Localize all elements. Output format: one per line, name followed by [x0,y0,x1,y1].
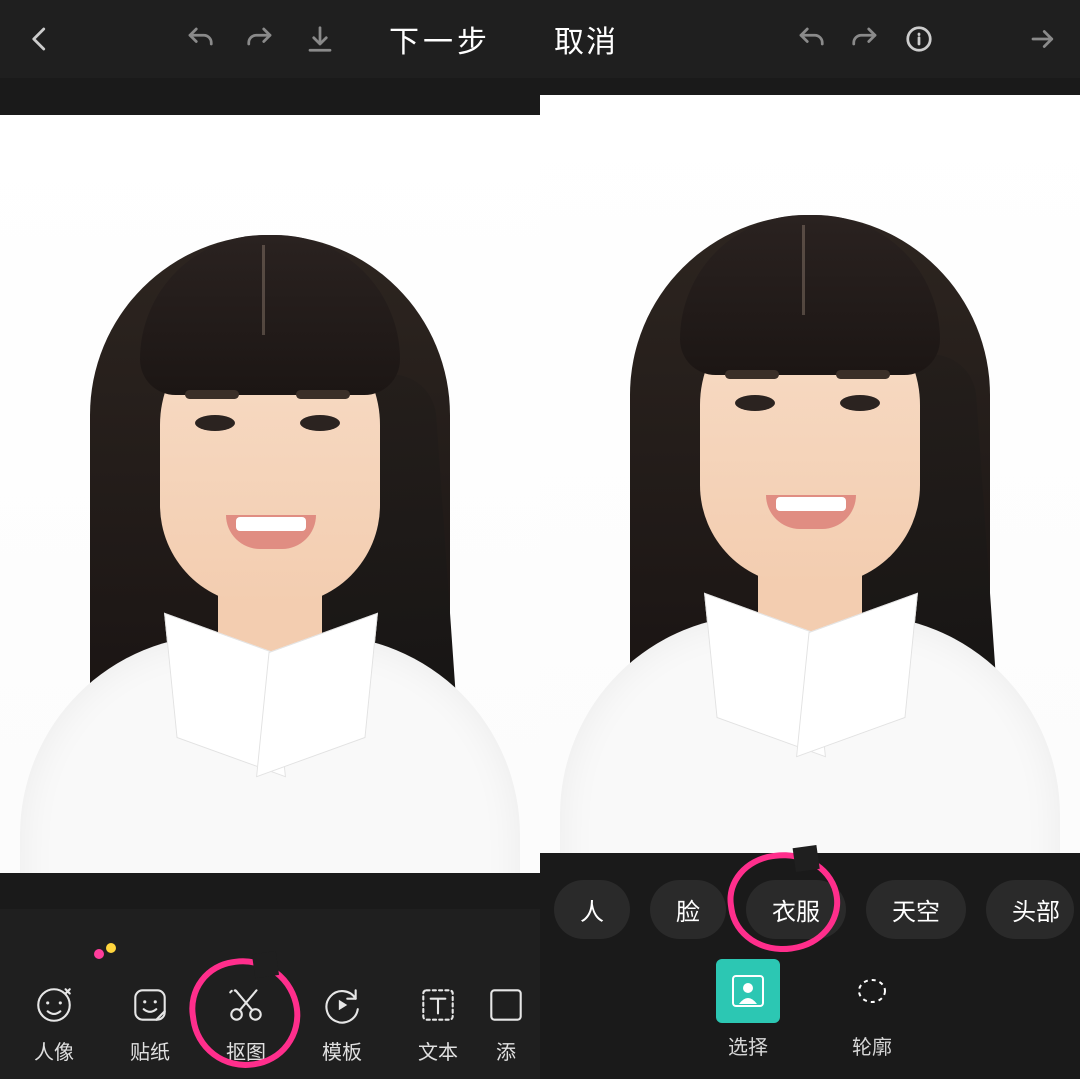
chip-head[interactable]: 头部 [986,880,1074,939]
face-icon [31,982,77,1028]
redo-icon[interactable] [838,9,892,69]
lasso-icon [840,959,904,1023]
tool-template[interactable]: 模板 [294,982,390,1065]
mode-label: 选择 [728,1031,768,1060]
undo-icon[interactable] [170,9,230,69]
download-icon[interactable] [290,9,350,69]
mode-select[interactable]: 选择 [716,959,780,1060]
yellow-badge-dot [106,943,116,953]
tool-sticker[interactable]: 贴纸 [102,982,198,1065]
chip-clothes[interactable]: 衣服 [746,880,846,939]
select-person-icon [716,959,780,1023]
tool-cutout[interactable]: 抠图 [198,982,294,1065]
tool-label: 贴纸 [130,1036,170,1065]
mode-bar: 选择 轮廓 [540,949,1080,1079]
tool-label: 抠图 [226,1036,266,1065]
chip-face[interactable]: 脸 [650,880,726,939]
scissors-icon [223,982,269,1028]
sticker-icon [127,982,173,1028]
mode-outline[interactable]: 轮廓 [840,959,904,1060]
chip-person[interactable]: 人 [554,880,630,939]
pink-badge-dot [94,949,104,959]
tools-bar: 人像 贴纸 抠图 模板 [0,909,540,1079]
forward-arrow-icon[interactable] [1016,9,1070,69]
tool-label: 添 [496,1036,516,1065]
photo-left [0,115,540,873]
tool-portrait[interactable]: 人像 [6,982,102,1065]
mode-label: 轮廓 [852,1031,892,1060]
canvas-left[interactable] [0,78,540,909]
add-icon [483,982,529,1028]
left-screen: 下一步 [0,0,540,1079]
chip-sky[interactable]: 天空 [866,880,966,939]
photo-right [540,95,1080,853]
tool-label: 文本 [418,1036,458,1065]
redo-icon[interactable] [230,9,290,69]
right-screen: 取消 [540,0,1080,1079]
tool-label: 人像 [34,1036,74,1065]
text-box-icon [415,982,461,1028]
topbar-left: 下一步 [0,0,540,78]
topbar-right: 取消 [540,0,1080,78]
canvas-right[interactable] [540,78,1080,869]
info-icon[interactable] [892,9,946,69]
cutout-chip-bar: 人 脸 衣服 天空 头部 [540,869,1080,949]
next-step-button[interactable]: 下一步 [350,17,530,61]
cancel-button[interactable]: 取消 [550,17,618,61]
undo-icon[interactable] [784,9,838,69]
tool-text[interactable]: 文本 [390,982,486,1065]
replay-icon [319,982,365,1028]
back-icon[interactable] [10,9,70,69]
tool-add-partial[interactable]: 添 [486,982,526,1065]
tool-label: 模板 [322,1036,362,1065]
